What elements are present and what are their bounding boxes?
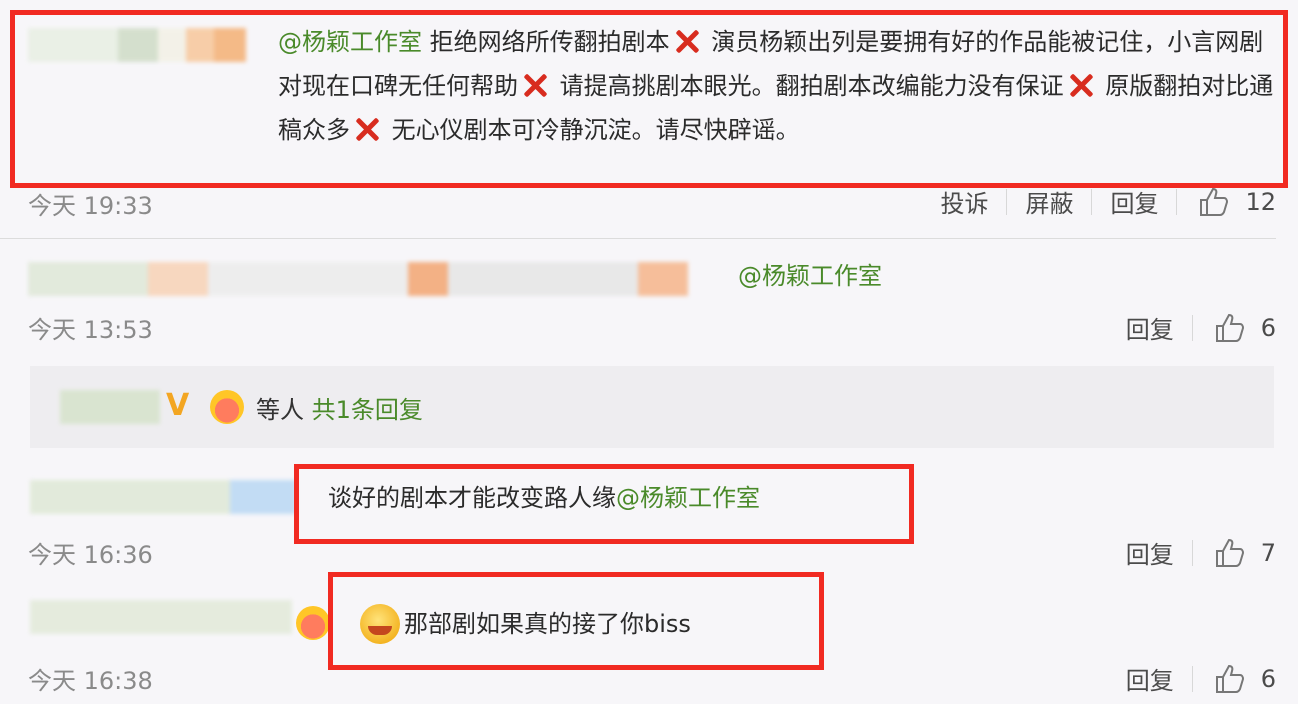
username-blurred[interactable] bbox=[30, 600, 292, 634]
timestamp: 今天 13:53 bbox=[28, 316, 153, 344]
like-button[interactable]: 6 bbox=[1193, 662, 1276, 696]
crown-badge-icon bbox=[210, 390, 244, 424]
mention-link[interactable]: @杨颖工作室 bbox=[738, 254, 882, 298]
reply-button[interactable]: 回复 bbox=[1108, 310, 1192, 345]
reply-button[interactable]: 回复 bbox=[1092, 184, 1176, 219]
view-replies-link[interactable]: 共1条回复 bbox=[312, 396, 423, 424]
crown-badge-icon bbox=[296, 606, 330, 640]
report-button[interactable]: 投诉 bbox=[922, 184, 1006, 219]
username-blurred[interactable] bbox=[30, 480, 296, 514]
thumbs-up-icon bbox=[1200, 187, 1229, 216]
username-blurred[interactable] bbox=[28, 262, 728, 296]
like-count: 12 bbox=[1245, 187, 1276, 216]
highlight-box bbox=[328, 572, 824, 670]
reply-button[interactable]: 回复 bbox=[1108, 535, 1192, 570]
comment-actions: 回复 7 bbox=[1108, 535, 1276, 570]
comment-actions: 回复 6 bbox=[1108, 310, 1276, 345]
reply-summary: 等人 共1条回复 bbox=[256, 390, 423, 425]
reply-who: 等人 bbox=[256, 396, 304, 424]
replier-name-blurred[interactable] bbox=[60, 390, 160, 424]
like-count: 7 bbox=[1260, 538, 1276, 567]
like-count: 6 bbox=[1260, 664, 1276, 693]
like-button[interactable]: 12 bbox=[1177, 185, 1276, 219]
reply-button[interactable]: 回复 bbox=[1108, 661, 1192, 696]
timestamp: 今天 19:33 bbox=[28, 192, 153, 220]
timestamp: 今天 16:38 bbox=[28, 667, 153, 695]
like-button[interactable]: 6 bbox=[1193, 311, 1276, 345]
thumbs-up-icon bbox=[1215, 313, 1244, 342]
divider bbox=[0, 238, 1276, 239]
block-button[interactable]: 屏蔽 bbox=[1007, 184, 1091, 219]
comment-actions: 回复 6 bbox=[1108, 661, 1276, 696]
like-count: 6 bbox=[1260, 313, 1276, 342]
vip-v-badge: V bbox=[166, 388, 190, 423]
comment-actions: 投诉 屏蔽 回复 12 bbox=[922, 184, 1276, 219]
thumbs-up-icon bbox=[1215, 664, 1244, 693]
timestamp: 今天 16:36 bbox=[28, 541, 153, 569]
highlight-box bbox=[10, 10, 1288, 188]
highlight-box bbox=[294, 464, 914, 544]
like-button[interactable]: 7 bbox=[1193, 536, 1276, 570]
thumbs-up-icon bbox=[1215, 538, 1244, 567]
